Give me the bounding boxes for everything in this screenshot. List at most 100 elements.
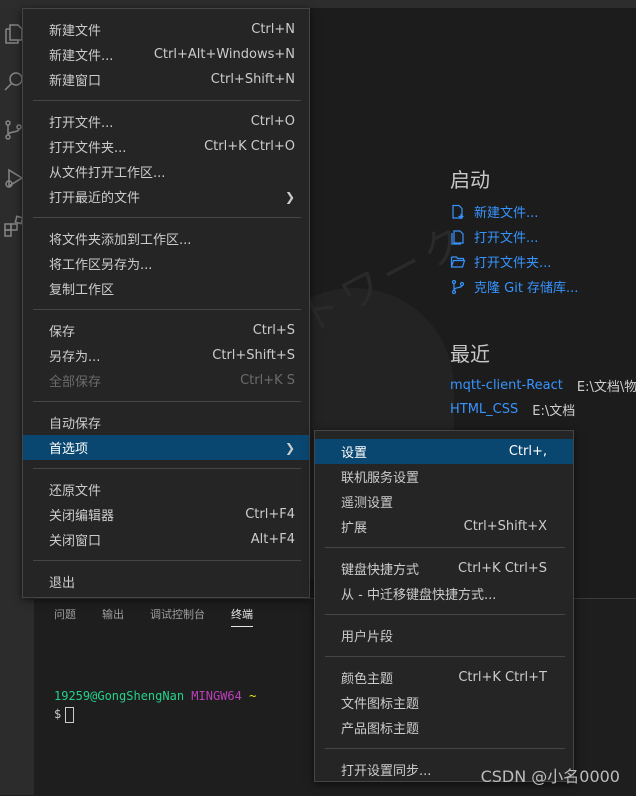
file-menu-item-shortcut: Ctrl+O — [250, 114, 295, 129]
recent-item-path: E:\文档\物联 — [576, 379, 636, 395]
file-menu-separator — [33, 309, 301, 310]
file-menu-item-label: 从文件打开工作区... — [49, 166, 166, 181]
file-menu-item[interactable]: 从文件打开工作区... — [23, 159, 309, 184]
open-file-icon — [450, 229, 474, 245]
pref-menu-item-label: 联机服务设置 — [341, 471, 420, 486]
pref-menu-separator — [325, 614, 565, 615]
welcome-start-section: 启动 新建文件... 打开文件... 打开文件夹... 克隆 Git 存储库... — [450, 164, 578, 299]
file-menu: 新建文件 Ctrl+N 新建文件... Ctrl+Alt+Windows+N 新建窗口 C… — [22, 8, 310, 598]
start-item[interactable]: 打开文件夹... — [450, 249, 578, 274]
file-menu-item-label: 首选项 — [49, 442, 89, 457]
file-menu-item[interactable]: 新建文件... Ctrl+Alt+Windows+N — [23, 42, 309, 67]
file-menu-item-label: 关闭窗口 — [49, 534, 102, 549]
git-clone-icon — [450, 279, 474, 295]
file-menu-item[interactable]: 保存 Ctrl+S — [23, 318, 309, 343]
open-folder-icon — [450, 254, 474, 270]
pref-menu-item-shortcut: Ctrl+Shift+X — [463, 519, 547, 534]
file-menu-item[interactable]: 退出 — [23, 569, 309, 594]
recent-item-name[interactable]: HTML_CSS — [450, 402, 518, 417]
terminal-host: MINGW64 — [191, 689, 242, 703]
file-menu-item[interactable]: 自动保存 — [23, 410, 309, 435]
start-item-label: 克隆 Git 存储库... — [474, 281, 579, 296]
pref-menu-item[interactable]: 键盘快捷方式 Ctrl+K Ctrl+S — [315, 556, 573, 581]
pref-menu-item-label: 颜色主题 — [341, 672, 394, 687]
pref-menu-item[interactable]: 扩展 Ctrl+Shift+X — [315, 514, 573, 539]
pref-menu-item-label: 文件图标主题 — [341, 697, 420, 712]
recent-item-name[interactable]: mqtt-client-React — [450, 378, 563, 393]
file-menu-separator — [33, 560, 301, 561]
file-menu-item-shortcut: Ctrl+Shift+N — [210, 72, 295, 87]
file-menu-item[interactable]: 将文件夹添加到工作区... — [23, 226, 309, 251]
pref-menu-item-shortcut: Ctrl+K Ctrl+S — [458, 561, 547, 576]
pref-menu-item[interactable]: 颜色主题 Ctrl+K Ctrl+T — [315, 665, 573, 690]
new-file-icon — [450, 204, 474, 220]
file-menu-separator — [33, 100, 301, 101]
file-menu-item-label: 另存为... — [49, 350, 101, 365]
csdn-watermark: CSDN @小名0000 — [480, 767, 620, 786]
start-item-label: 新建文件... — [474, 206, 539, 221]
file-menu-item-shortcut: Ctrl+K S — [240, 373, 295, 388]
pref-menu-item[interactable]: 设置 Ctrl+, — [315, 439, 573, 464]
terminal-cursor — [65, 706, 75, 723]
file-menu-separator — [33, 217, 301, 218]
file-menu-item-label: 打开文件夹... — [49, 141, 127, 156]
start-item[interactable]: 克隆 Git 存储库... — [450, 274, 578, 299]
file-menu-item-label: 自动保存 — [49, 417, 102, 432]
pref-menu-item[interactable]: 用户片段 — [315, 623, 573, 648]
panel-tabs: 问题 输出 调试控制台 终端 — [54, 606, 279, 627]
start-title: 启动 — [450, 168, 490, 192]
pref-menu-item[interactable]: 联机服务设置 — [315, 464, 573, 489]
file-menu-item[interactable]: 关闭窗口 Alt+F4 — [23, 527, 309, 552]
pref-menu-separator — [325, 547, 565, 548]
terminal-prompt-line: 19259@GongShengNan MINGW64 ~ — [54, 687, 256, 705]
file-menu-item-label: 打开最近的文件 — [49, 191, 141, 206]
file-menu-item[interactable]: 另存为... Ctrl+Shift+S — [23, 343, 309, 368]
start-list: 新建文件... 打开文件... 打开文件夹... 克隆 Git 存储库... — [450, 199, 578, 299]
file-menu-item-label: 将工作区另存为... — [49, 258, 153, 273]
pref-menu-separator — [325, 656, 565, 657]
file-menu-item-label: 复制工作区 — [49, 283, 115, 298]
pref-menu-item[interactable]: 从 - 中迁移键盘快捷方式... — [315, 581, 573, 606]
file-menu-item-shortcut: Ctrl+Shift+S — [212, 348, 295, 363]
file-menu-item-shortcut: Ctrl+F4 — [245, 507, 295, 522]
file-menu-item-label: 新建文件 — [49, 24, 102, 39]
terminal-output[interactable]: 19259@GongShengNan MINGW64 ~ $ — [54, 687, 256, 723]
file-menu-item[interactable]: 首选项 ❯ — [23, 435, 309, 460]
file-menu-separator — [33, 468, 301, 469]
panel-tab[interactable]: 输出 — [102, 606, 124, 627]
file-menu-item[interactable]: 关闭编辑器 Ctrl+F4 — [23, 502, 309, 527]
pref-menu-item[interactable]: 遥测设置 — [315, 489, 573, 514]
file-menu-item[interactable]: 将工作区另存为... — [23, 251, 309, 276]
file-menu-item-label: 将文件夹添加到工作区... — [49, 233, 192, 248]
title-bar-strip — [0, 0, 636, 8]
recent-list: mqtt-client-React E:\文档\物联 HTML_CSS E:\文档 — [450, 373, 636, 421]
pref-menu-item[interactable]: 产品图标主题 — [315, 715, 573, 740]
file-menu-item[interactable]: 复制工作区 — [23, 276, 309, 301]
panel-tab[interactable]: 终端 — [231, 606, 253, 627]
file-menu-item[interactable]: 新建文件 Ctrl+N — [23, 17, 309, 42]
file-menu-item[interactable]: 打开最近的文件 ❯ — [23, 184, 309, 209]
pref-menu-item-label: 从 - 中迁移键盘快捷方式... — [341, 588, 497, 603]
welcome-recent-section: 最近 mqtt-client-React E:\文档\物联 HTML_CSS E:\文… — [450, 338, 636, 421]
recent-title: 最近 — [450, 342, 490, 366]
pref-menu-item[interactable]: 文件图标主题 — [315, 690, 573, 715]
recent-item[interactable]: mqtt-client-React E:\文档\物联 — [450, 373, 636, 397]
start-item-label: 打开文件... — [474, 231, 539, 246]
file-menu-separator — [33, 401, 301, 402]
file-menu-item-label: 退出 — [49, 576, 76, 591]
file-menu-item-label: 还原文件 — [49, 484, 102, 499]
file-menu-item[interactable]: 还原文件 — [23, 477, 309, 502]
panel-tab[interactable]: 问题 — [54, 606, 76, 627]
file-menu-item[interactable]: 新建窗口 Ctrl+Shift+N — [23, 67, 309, 92]
file-menu-item-shortcut: Ctrl+N — [251, 22, 295, 37]
terminal-input-line[interactable]: $ — [54, 705, 256, 723]
start-item[interactable]: 新建文件... — [450, 199, 578, 224]
file-menu-item[interactable]: 打开文件... Ctrl+O — [23, 109, 309, 134]
panel-tab[interactable]: 调试控制台 — [150, 606, 205, 627]
recent-item[interactable]: HTML_CSS E:\文档 — [450, 397, 636, 421]
chevron-right-icon: ❯ — [284, 189, 295, 204]
start-item[interactable]: 打开文件... — [450, 224, 578, 249]
file-menu-item: 全部保存 Ctrl+K S — [23, 368, 309, 393]
file-menu-item[interactable]: 打开文件夹... Ctrl+K Ctrl+O — [23, 134, 309, 159]
file-menu-item-label: 全部保存 — [49, 375, 102, 390]
